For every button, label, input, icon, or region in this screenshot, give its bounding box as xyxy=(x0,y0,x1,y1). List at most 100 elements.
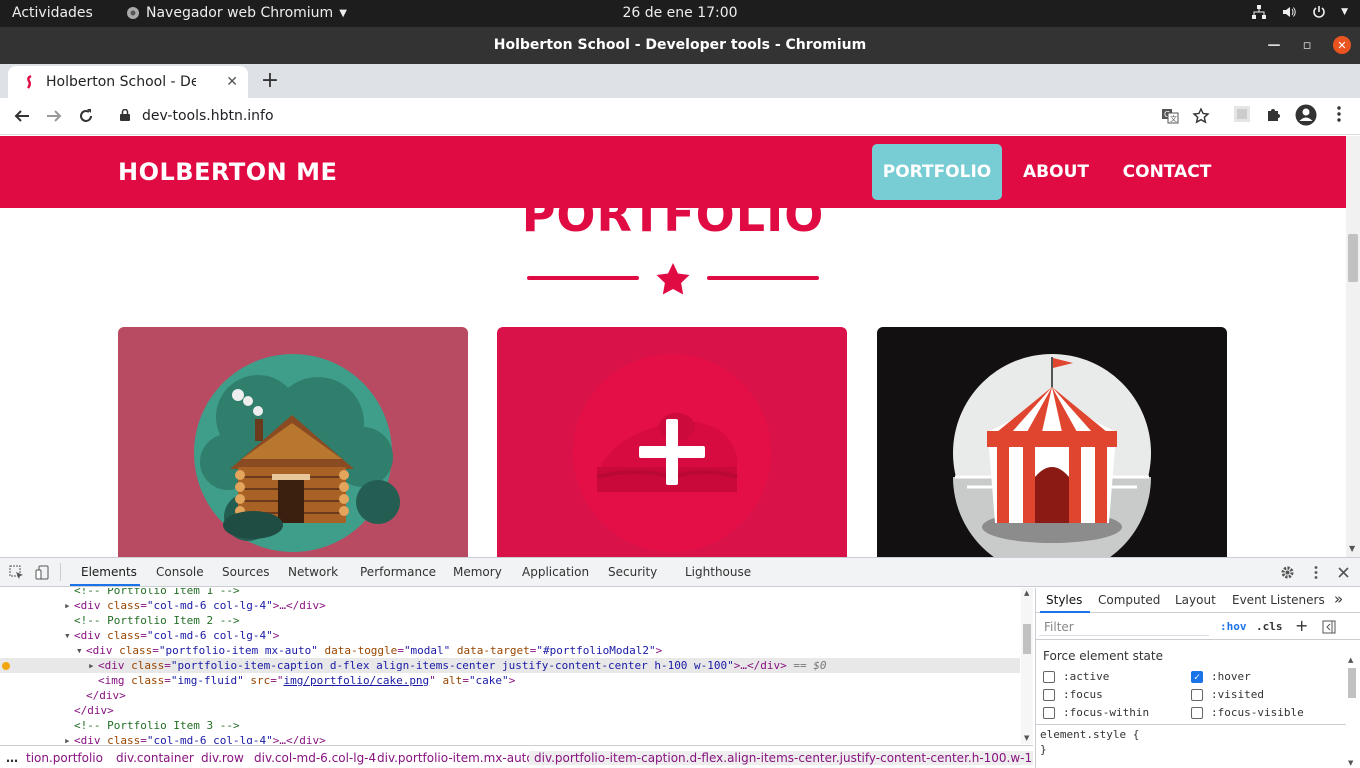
device-toolbar-icon[interactable] xyxy=(35,565,50,580)
portfolio-item-cabin[interactable] xyxy=(118,327,468,557)
tab-memory[interactable]: Memory xyxy=(453,565,502,579)
nav-about[interactable]: ABOUT xyxy=(1012,144,1100,200)
profile-avatar-icon[interactable] xyxy=(1295,104,1317,126)
breadcrumb-item[interactable]: div.col-md-6.col-lg-4 xyxy=(254,751,376,765)
toggle-sidebar-icon[interactable] xyxy=(1322,620,1336,634)
add-rule-icon[interactable]: + xyxy=(1295,616,1308,635)
site-brand[interactable]: HOLBERTON ME xyxy=(118,158,337,186)
breadcrumb-item[interactable]: div.container xyxy=(116,751,194,765)
img-src-link[interactable]: img/portfolio/cake.png xyxy=(283,674,429,687)
window-title-bar: Holberton School - Developer tools - Chr… xyxy=(0,27,1360,64)
svg-text:文: 文 xyxy=(1170,114,1177,123)
volume-icon xyxy=(1283,7,1296,17)
puzzle-extensions-icon[interactable] xyxy=(1265,105,1283,123)
system-tray[interactable]: ▼ xyxy=(1251,4,1348,20)
breadcrumb-item[interactable]: div.portfolio-item.mx-auto xyxy=(377,751,534,765)
tab-styles[interactable]: Styles xyxy=(1046,593,1082,607)
tab-title: Holberton School - Developer tools xyxy=(46,74,196,90)
navigation-bar: dev-tools.hbtn.info G文 xyxy=(0,98,1360,135)
tab-computed[interactable]: Computed xyxy=(1098,593,1160,607)
cls-toggle[interactable]: .cls xyxy=(1256,620,1283,633)
reload-icon xyxy=(80,109,92,122)
tab-lighthouse[interactable]: Lighthouse xyxy=(685,565,751,579)
maximize-button[interactable]: ▫ xyxy=(1298,36,1316,54)
activities-button[interactable]: Actividades xyxy=(12,5,93,21)
dom-line[interactable]: </div> xyxy=(0,688,1020,703)
nav-contact[interactable]: CONTACT xyxy=(1110,144,1224,200)
breadcrumb-overflow[interactable]: … xyxy=(6,751,18,765)
tab-layout[interactable]: Layout xyxy=(1175,593,1216,607)
system-top-bar: Actividades Navegador web Chromium ▼ 26 … xyxy=(0,0,1360,27)
close-devtools-icon[interactable] xyxy=(1337,566,1350,579)
portfolio-item-cake[interactable] xyxy=(497,327,847,557)
dom-scrollbar[interactable]: ▲ ▼ xyxy=(1021,588,1033,744)
translate-icon[interactable]: G文 xyxy=(1161,107,1179,125)
breadcrumb-item[interactable]: tion.portfolio xyxy=(26,751,103,765)
dom-line[interactable]: <!-- Portfolio Item 3 --> xyxy=(0,718,1020,733)
nav-portfolio[interactable]: PORTFOLIO xyxy=(872,144,1002,200)
kebab-menu-icon[interactable] xyxy=(1330,105,1348,123)
styles-pane: Styles Computed Layout Event Listeners »… xyxy=(1035,588,1360,768)
dom-line-selected[interactable]: ▸ <div class="portfolio-item-caption d-fl… xyxy=(0,658,1020,673)
dom-line[interactable]: ▸ <div class="col-md-6 col-lg-4">…</div> xyxy=(0,733,1020,744)
tab-network[interactable]: Network xyxy=(288,565,338,579)
styles-filter-input[interactable]: Filter xyxy=(1044,620,1074,634)
cake-illustration xyxy=(573,354,771,552)
state-active-checkbox[interactable]: :active xyxy=(1043,670,1109,683)
bookmark-star-icon[interactable] xyxy=(1192,107,1210,125)
dom-line[interactable]: </div> xyxy=(0,703,1020,718)
forward-button[interactable] xyxy=(43,105,65,127)
url-text: dev-tools.hbtn.info xyxy=(142,108,274,124)
tab-console[interactable]: Console xyxy=(156,565,204,579)
new-tab-button[interactable]: + xyxy=(258,69,282,93)
state-hover-checkbox[interactable]: ✓:hover xyxy=(1191,670,1251,683)
close-tab-icon[interactable]: ✕ xyxy=(226,74,238,90)
breadcrumb-item[interactable]: div.row xyxy=(201,751,244,765)
hov-toggle[interactable]: :hov xyxy=(1220,620,1247,633)
styles-filter-bar: Filter :hov .cls + xyxy=(1036,614,1360,640)
more-tabs-icon[interactable]: » xyxy=(1334,590,1343,608)
dom-tree[interactable]: <!-- Portfolio Item 1 --> ▸ <div class="c… xyxy=(0,588,1020,744)
app-menu[interactable]: Navegador web Chromium ▼ xyxy=(126,5,347,21)
tab-elements[interactable]: Elements xyxy=(81,565,137,579)
tab-performance[interactable]: Performance xyxy=(360,565,436,579)
tab-security[interactable]: Security xyxy=(608,565,657,579)
tab-event-listeners[interactable]: Event Listeners xyxy=(1232,593,1325,607)
back-arrow-icon xyxy=(14,110,29,122)
star-icon xyxy=(656,263,690,295)
state-visited-checkbox[interactable]: :visited xyxy=(1191,688,1264,701)
settings-gear-icon[interactable] xyxy=(1280,565,1295,580)
back-button[interactable] xyxy=(11,105,33,127)
element-style-rule[interactable]: element.style { } xyxy=(1040,727,1139,757)
devtools-menu-icon[interactable] xyxy=(1310,565,1322,580)
force-state-title: Force element state xyxy=(1043,649,1163,663)
heading-divider xyxy=(527,262,819,296)
dom-line[interactable]: <img class="img-fluid" src="img/portfoli… xyxy=(0,673,1020,688)
chevron-down-icon: ▼ xyxy=(1341,7,1348,17)
state-focus-within-checkbox[interactable]: :focus-within xyxy=(1043,706,1149,719)
styles-scrollbar[interactable]: ▲ ▼ xyxy=(1346,656,1358,768)
page-scrollbar[interactable]: ▼ xyxy=(1346,136,1360,557)
extension-icon[interactable] xyxy=(1233,105,1251,123)
inspect-element-icon[interactable] xyxy=(9,565,24,580)
minimize-button[interactable]: — xyxy=(1265,36,1283,54)
portfolio-item-circus[interactable] xyxy=(877,327,1227,557)
dom-line[interactable]: ▸ <div class="col-md-6 col-lg-4">…</div> xyxy=(0,598,1020,613)
window-title: Holberton School - Developer tools - Chr… xyxy=(493,37,867,53)
breadcrumb-item-current[interactable]: div.portfolio-item-caption.d-flex.align-… xyxy=(529,751,1033,765)
dom-line[interactable]: ▾ <div class="col-md-6 col-lg-4"> xyxy=(0,628,1020,643)
dom-line[interactable]: <!-- Portfolio Item 2 --> xyxy=(0,613,1020,628)
dom-line[interactable]: ▾ <div class="portfolio-item mx-auto" dat… xyxy=(0,643,1020,658)
network-icon xyxy=(1252,5,1267,19)
scrollbar-thumb[interactable] xyxy=(1348,234,1358,282)
close-window-button[interactable]: ✕ xyxy=(1333,36,1351,54)
scroll-down-arrow-icon[interactable]: ▼ xyxy=(1349,544,1355,553)
tab-application[interactable]: Application xyxy=(522,565,589,579)
dom-line[interactable]: <!-- Portfolio Item 1 --> xyxy=(0,588,1020,598)
browser-tab[interactable]: Holberton School - Developer tools ✕ xyxy=(8,66,248,98)
address-bar[interactable]: dev-tools.hbtn.info G文 xyxy=(108,101,1220,131)
state-focus-visible-checkbox[interactable]: :focus-visible xyxy=(1191,706,1304,719)
reload-button[interactable] xyxy=(75,105,97,127)
tab-sources[interactable]: Sources xyxy=(222,565,269,579)
state-focus-checkbox[interactable]: :focus xyxy=(1043,688,1103,701)
